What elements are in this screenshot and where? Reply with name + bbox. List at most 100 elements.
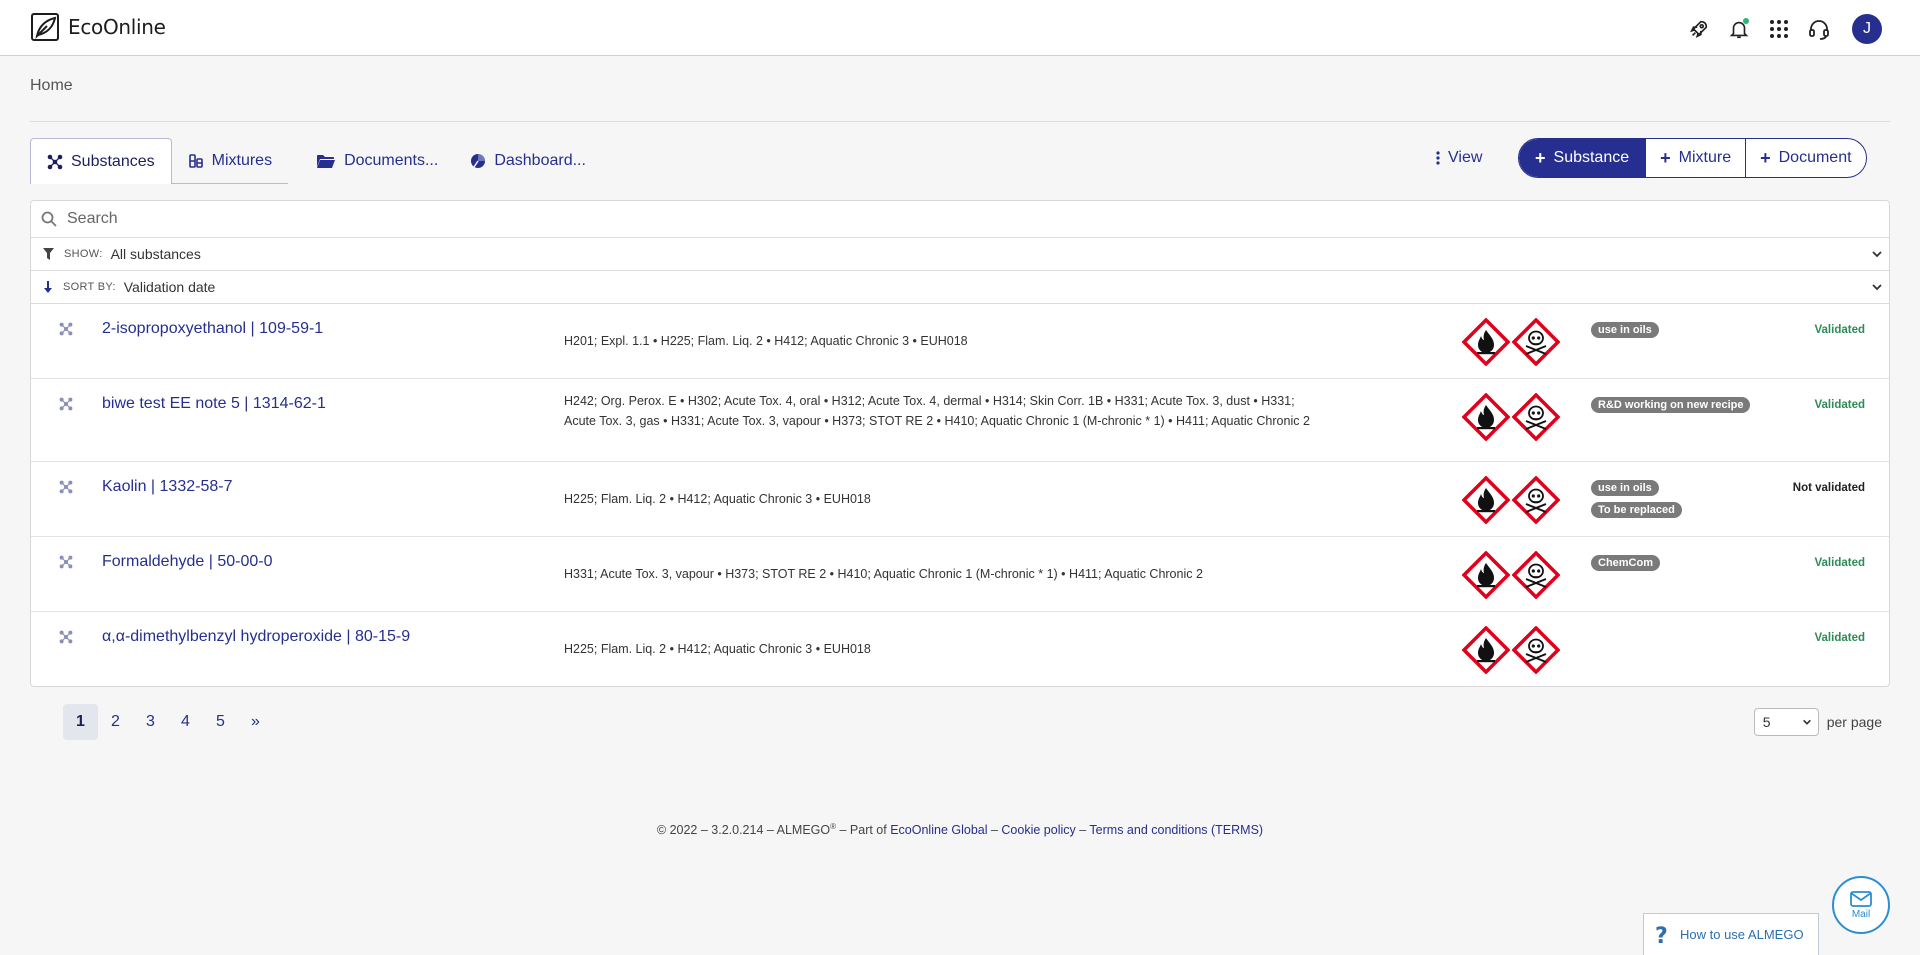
view-label: View: [1448, 149, 1483, 166]
plus-icon: +: [1760, 147, 1771, 168]
cookie-policy-link[interactable]: Cookie policy: [1001, 823, 1075, 837]
how-to-use-button[interactable]: ? How to use ALMEGO: [1643, 913, 1819, 955]
row-tags: use in oils To be replaced: [1591, 480, 1682, 518]
rocket-icon[interactable]: [1686, 16, 1712, 42]
bell-icon[interactable]: [1726, 16, 1752, 42]
label-tag[interactable]: ChemCom: [1591, 555, 1661, 571]
substance-name-link[interactable]: Kaolin | 1332-58-7: [102, 478, 232, 496]
table-row[interactable]: 2-isopropoxyethanol | 109-59-1 H201; Exp…: [31, 304, 1889, 379]
sort-filter-key: SORT BY:: [63, 281, 116, 293]
filter-funnel-icon: [43, 248, 54, 260]
search-bar: [31, 201, 1889, 238]
label-tag[interactable]: R&D working on new recipe: [1591, 397, 1751, 413]
row-substance-icon-wrap: [59, 630, 73, 649]
substance-name-link[interactable]: Formaldehyde | 50-00-0: [102, 553, 272, 571]
next-page-button[interactable]: »: [238, 704, 273, 740]
row-substance-icon-wrap: [59, 397, 73, 416]
flammable-pictogram-icon: [1462, 393, 1510, 441]
tab-bar: Substances Mixtures Documents... Dashboa…: [30, 138, 602, 184]
tab-dashboard-label: Dashboard...: [494, 152, 586, 169]
footer-part-of: – Part of: [836, 823, 891, 838]
add-document-button[interactable]: + Document: [1746, 139, 1865, 177]
substance-name-link[interactable]: biwe test EE note 5 | 1314-62-1: [102, 395, 326, 413]
ecoonline-global-link[interactable]: EcoOnline Global: [890, 823, 987, 837]
toxic-skull-pictogram-icon: [1512, 626, 1560, 674]
table-row[interactable]: Formaldehyde | 50-00-0 H331; Acute Tox. …: [31, 537, 1889, 612]
tab-substances[interactable]: Substances: [30, 138, 172, 184]
toxic-skull-pictogram-icon: [1512, 476, 1560, 524]
add-mixture-label: Mixture: [1678, 149, 1732, 166]
sort-filter[interactable]: SORT BY: Validation date: [31, 271, 1889, 304]
breadcrumb[interactable]: Home: [30, 77, 73, 95]
flammable-pictogram-icon: [1462, 476, 1510, 524]
tab-mixtures[interactable]: Mixtures: [171, 138, 289, 184]
validation-status: Not validated: [1792, 482, 1865, 494]
brand-logo[interactable]: EcoOnline: [30, 12, 166, 42]
page-1-button[interactable]: 1: [63, 704, 98, 740]
footer-copyright: © 2022 – 3.2.0.214 – ALMEGO: [656, 823, 831, 838]
per-page-control: 5 per page: [1753, 708, 1882, 736]
label-tag[interactable]: To be replaced: [1591, 502, 1682, 518]
label-tag[interactable]: use in oils: [1591, 322, 1659, 338]
top-bar: EcoOnline J: [0, 0, 1920, 56]
substance-icon: [59, 555, 73, 569]
footer-sep: –: [1075, 823, 1090, 838]
mail-button[interactable]: Mail: [1832, 876, 1890, 934]
validation-status: Validated: [1814, 399, 1866, 411]
row-tags: ChemCom: [1591, 555, 1661, 571]
substance-icon: [59, 630, 73, 644]
search-input[interactable]: [67, 210, 1847, 228]
svg-text:?: ?: [1655, 924, 1668, 946]
row-tags: use in oils: [1591, 322, 1659, 338]
show-filter-value: All substances: [110, 246, 201, 262]
substance-name-link[interactable]: 2-isopropoxyethanol | 109-59-1: [102, 320, 323, 338]
brand-name: EcoOnline: [68, 15, 166, 39]
substance-name-link[interactable]: α,α-dimethylbenzyl hydroperoxide | 80-15…: [102, 628, 410, 646]
row-substance-icon-wrap: [59, 480, 73, 499]
ghs-pictograms: [1462, 626, 1560, 674]
label-tag[interactable]: use in oils: [1591, 480, 1659, 496]
page-3-button[interactable]: 3: [133, 704, 168, 740]
add-mixture-button[interactable]: + Mixture: [1646, 139, 1747, 177]
chevron-down-icon: [1802, 719, 1811, 725]
folder-icon: [317, 155, 336, 168]
table-row[interactable]: Kaolin | 1332-58-7 H225; Flam. Liq. 2 • …: [31, 462, 1889, 537]
show-filter[interactable]: SHOW: All substances: [31, 238, 1889, 271]
per-page-select[interactable]: 5: [1753, 708, 1819, 736]
tab-substances-label: Substances: [71, 152, 155, 170]
table-row[interactable]: α,α-dimethylbenzyl hydroperoxide | 80-15…: [31, 612, 1889, 687]
chevron-down-icon[interactable]: [1871, 248, 1883, 260]
user-avatar[interactable]: J: [1852, 14, 1882, 44]
ghs-pictograms: [1462, 318, 1560, 366]
chevron-down-icon[interactable]: [1871, 281, 1883, 293]
headset-support-icon[interactable]: [1806, 16, 1832, 42]
pagination: 1 2 3 4 5»: [63, 704, 273, 740]
footer-sep: –: [987, 823, 1002, 838]
flammable-pictogram-icon: [1462, 626, 1510, 674]
table-row[interactable]: biwe test EE note 5 | 1314-62-1 H242; Or…: [31, 379, 1889, 462]
row-tags: R&D working on new recipe: [1591, 397, 1751, 413]
tab-documents[interactable]: Documents...: [300, 138, 454, 184]
substance-icon: [59, 480, 73, 494]
per-page-label: per page: [1826, 714, 1882, 730]
apps-grid-icon[interactable]: [1766, 16, 1792, 42]
view-menu-button[interactable]: View: [1436, 149, 1482, 167]
sort-filter-value: Validation date: [123, 279, 216, 295]
hazard-statements: H201; Expl. 1.1 • H225; Flam. Liq. 2 • H…: [564, 334, 968, 348]
tab-documents-label: Documents...: [344, 152, 439, 169]
search-icon: [41, 211, 57, 227]
tab-mixtures-label: Mixtures: [211, 151, 273, 169]
add-substance-button[interactable]: + Substance: [1519, 139, 1647, 177]
page-2-button[interactable]: 2: [98, 704, 133, 740]
terms-link[interactable]: Terms and conditions (TERMS): [1089, 823, 1263, 837]
toxic-skull-pictogram-icon: [1512, 551, 1560, 599]
hazard-statements: H331; Acute Tox. 3, vapour • H373; STOT …: [564, 567, 1203, 581]
row-substance-icon-wrap: [59, 322, 73, 341]
ecoonline-logo-icon: [31, 13, 59, 41]
toxic-skull-pictogram-icon: [1512, 318, 1560, 366]
flammable-pictogram-icon: [1462, 318, 1510, 366]
footer: © 2022 – 3.2.0.214 – ALMEGO® – Part of E…: [0, 822, 1920, 837]
tab-dashboard[interactable]: Dashboard...: [454, 138, 602, 184]
page-5-button[interactable]: 5: [203, 704, 238, 740]
page-4-button[interactable]: 4: [168, 704, 203, 740]
